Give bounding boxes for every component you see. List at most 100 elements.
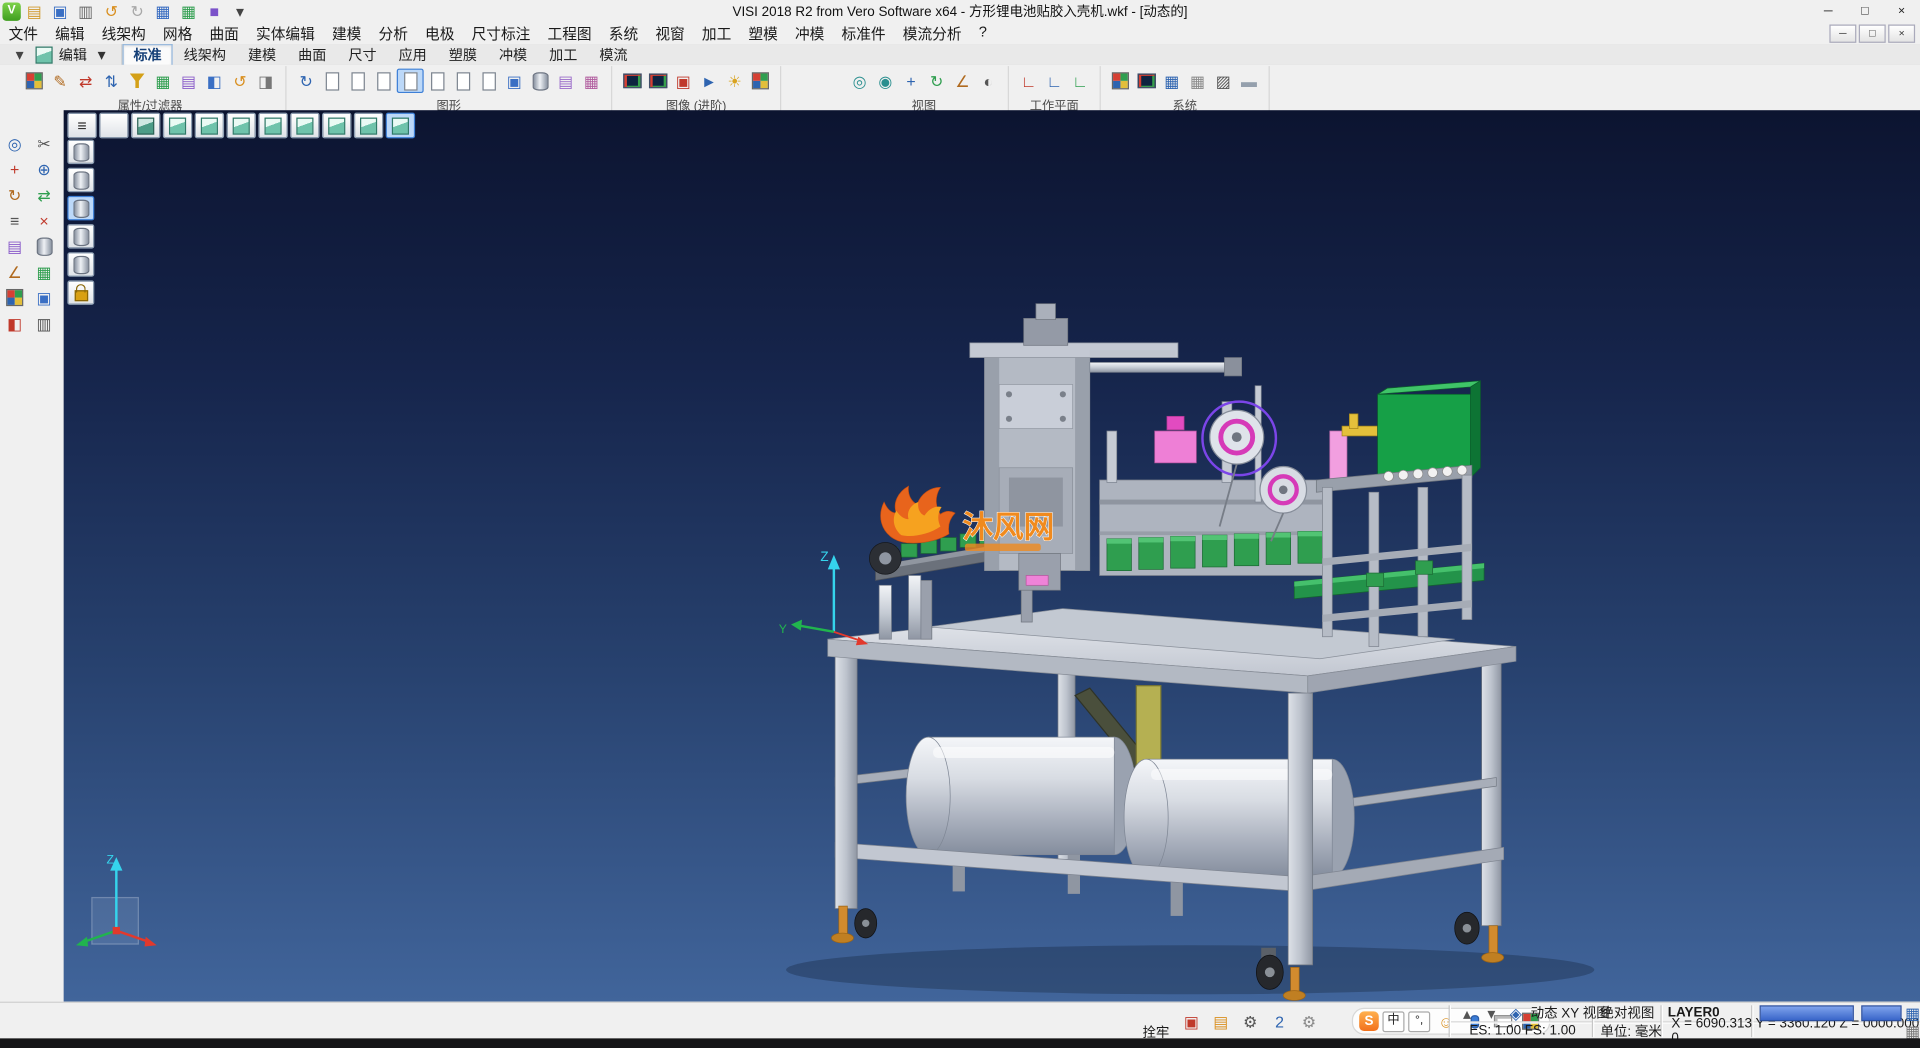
sogou-logo-icon[interactable]: S [1359, 1011, 1379, 1031]
workplane-entity-icon[interactable]: ∟ [1042, 70, 1066, 92]
dynamic-view-icon[interactable]: ◈ [1504, 1002, 1528, 1024]
hatch-config-icon[interactable]: ▨ [1211, 70, 1235, 92]
rotate-tool-icon[interactable]: ↻ [2, 184, 26, 206]
edit-dropdown[interactable]: ▾ 编辑 ▾ [0, 44, 122, 65]
cylinder-display-icon[interactable] [528, 70, 552, 92]
doc-close-button[interactable]: × [1888, 24, 1915, 42]
open-file-icon[interactable]: ▤ [22, 0, 46, 22]
workplane-view-icon[interactable]: ∟ [1068, 70, 1092, 92]
measure-view-icon[interactable]: ∠ [950, 70, 974, 92]
view-iso-icon[interactable] [163, 113, 192, 139]
zoom-extents-icon[interactable]: ◎ [847, 70, 871, 92]
layers-tool-icon[interactable]: ▤ [2, 235, 26, 257]
view-mode-label[interactable]: 动态 XY 视图 [1531, 1003, 1610, 1023]
view-right-icon[interactable] [258, 113, 287, 139]
view-left-icon[interactable] [290, 113, 319, 139]
type-filter-icon[interactable]: ◧ [202, 70, 226, 92]
maximize-button[interactable]: □ [1847, 1, 1884, 22]
redraw-icon[interactable]: ↻ [294, 70, 318, 92]
texture-display-icon[interactable]: ▦ [579, 70, 603, 92]
lighting-icon[interactable]: ☀ [722, 70, 746, 92]
render-settings-icon[interactable] [645, 70, 669, 92]
offset-tool-icon[interactable]: ≡ [2, 209, 26, 231]
cube-view-icon[interactable]: ■ [202, 0, 226, 22]
hidden-line-mode-icon[interactable] [451, 70, 475, 92]
tab-overflow-icon[interactable]: ▾ [7, 43, 31, 65]
menu-item[interactable]: 系统 [600, 23, 647, 44]
transfer-attributes-icon[interactable]: ⇅ [99, 70, 123, 92]
menu-item[interactable]: 尺寸标注 [463, 23, 539, 44]
menu-item[interactable]: 标准件 [833, 23, 894, 44]
edit-caret-icon[interactable]: ▾ [89, 43, 113, 65]
solid-display-icon[interactable]: ▣ [502, 70, 526, 92]
tab-item[interactable]: 应用 [388, 44, 438, 65]
view-multi-icon[interactable] [131, 113, 160, 139]
ime-punct-icon[interactable]: °, [1408, 1011, 1430, 1032]
tab-item[interactable]: 建模 [237, 44, 287, 65]
grid-tool-icon[interactable]: ▦ [32, 261, 56, 283]
view-prev-icon[interactable]: ▴ [1455, 1002, 1479, 1024]
tab-item[interactable]: 塑膜 [438, 44, 488, 65]
view-dynamic-icon[interactable] [386, 113, 415, 139]
view-back-icon[interactable] [322, 113, 351, 139]
help-2-icon[interactable]: 2 [1267, 1010, 1291, 1032]
tab-item[interactable]: 线架构 [173, 44, 237, 65]
color-filter-icon[interactable]: ▦ [151, 70, 175, 92]
ghost-mode-icon[interactable] [476, 70, 500, 92]
close-button[interactable]: × [1883, 1, 1920, 22]
viewport-3d[interactable]: Z Y Z 沐风网 [64, 110, 1920, 1001]
settings-gear-icon[interactable]: ⚙ [1238, 1010, 1262, 1032]
menu-item[interactable]: ? [970, 23, 995, 44]
tab-item[interactable]: 尺寸 [337, 44, 387, 65]
menu-item[interactable]: 曲面 [201, 23, 248, 44]
clipboard-display-icon[interactable]: ▤ [553, 70, 577, 92]
animation-icon[interactable]: ► [697, 70, 721, 92]
print-icon[interactable]: ▥ [73, 0, 97, 22]
redo-icon[interactable]: ↻ [125, 0, 149, 22]
tab-item[interactable]: 加工 [538, 44, 588, 65]
pan-view-icon[interactable]: + [899, 70, 923, 92]
reset-filter-icon[interactable]: ↺ [228, 70, 252, 92]
zoom-window-icon[interactable]: ◉ [873, 70, 897, 92]
workplane-standard-icon[interactable]: ∟ [1016, 70, 1040, 92]
menu-item[interactable]: 冲模 [786, 23, 833, 44]
notes-icon[interactable]: ▤ [1209, 1010, 1233, 1032]
absolute-view-label[interactable]: 绝对视图 [1600, 1004, 1654, 1021]
snap-tool-icon[interactable]: ⊕ [32, 158, 56, 180]
materials-icon[interactable] [748, 70, 772, 92]
rotate-view-icon[interactable]: ↻ [924, 70, 948, 92]
edit-group-icon[interactable] [32, 43, 56, 65]
tab-item[interactable]: 模流 [588, 44, 638, 65]
menu-item[interactable]: 分析 [370, 23, 417, 44]
edit-attributes-icon[interactable]: ✎ [48, 70, 72, 92]
quick-access-more-icon[interactable]: ▾ [228, 0, 252, 22]
viewport-menu-icon[interactable]: ≡ [67, 113, 96, 139]
display-lock-icon[interactable] [67, 280, 94, 304]
display-hidden-icon[interactable] [67, 252, 94, 276]
tab-item[interactable]: 冲模 [488, 44, 538, 65]
mirror-tool-icon[interactable]: ⇄ [32, 184, 56, 206]
save-file-icon[interactable]: ▣ [48, 0, 72, 22]
menu-item[interactable]: 电极 [416, 23, 463, 44]
swap-attributes-icon[interactable]: ⇄ [73, 70, 97, 92]
screen-capture-icon[interactable]: ▦ [151, 0, 175, 22]
view-front-icon[interactable] [227, 113, 256, 139]
display-wire-icon[interactable] [67, 224, 94, 248]
layer-filter-icon[interactable]: ▤ [176, 70, 200, 92]
menu-item[interactable]: 编辑 [47, 23, 94, 44]
section-view-icon[interactable]: ◐ [976, 70, 1000, 92]
doc-restore-button[interactable]: □ [1859, 24, 1886, 42]
display-shaded-icon[interactable] [67, 196, 94, 220]
view-single-icon[interactable] [99, 113, 128, 139]
undo-icon[interactable]: ↺ [99, 0, 123, 22]
display-list-3-icon[interactable] [371, 70, 395, 92]
macro-gear-icon[interactable]: ⚙ [1297, 1010, 1321, 1032]
trim-tool-icon[interactable]: ✂ [32, 132, 56, 154]
move-tool-icon[interactable]: + [2, 158, 26, 180]
advanced-render-icon[interactable] [620, 70, 644, 92]
zoom-tool-icon[interactable]: ◎ [2, 132, 26, 154]
grid-config-icon[interactable]: ▦ [1160, 70, 1184, 92]
cylinder-tool-icon[interactable] [32, 235, 56, 257]
display-list-1-icon[interactable] [320, 70, 344, 92]
monitor-config-icon[interactable] [1134, 70, 1158, 92]
